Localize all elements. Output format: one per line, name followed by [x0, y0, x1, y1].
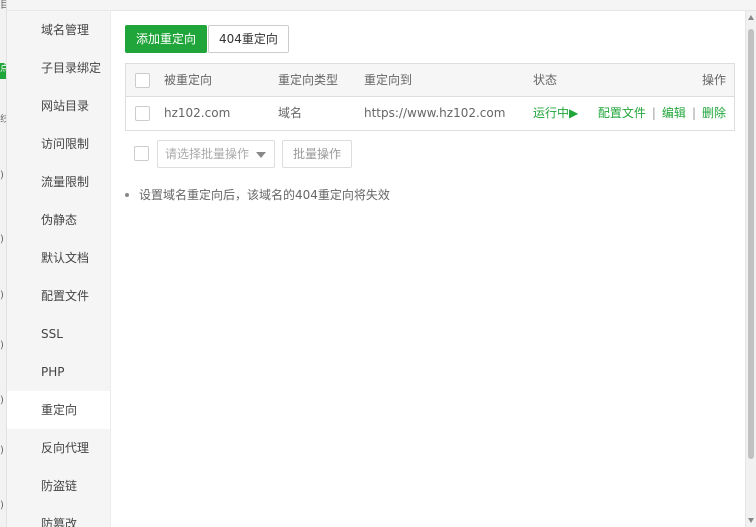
strip-glyph: 目 — [0, 0, 6, 12]
strip-glyph: ) — [0, 170, 4, 181]
row-actions: 配置文件 | 编辑 | 删除 — [598, 97, 726, 130]
action-separator: | — [691, 106, 696, 120]
sidebar-item-rewrite[interactable]: 伪静态 — [7, 201, 110, 239]
row-status-toggle[interactable]: 运行中▶ — [533, 97, 578, 130]
delete-link[interactable]: 删除 — [702, 106, 726, 120]
sidebar-item-domain-management[interactable]: 域名管理 — [7, 11, 110, 49]
row-type: 域名 — [278, 106, 303, 120]
modal-top-edge — [7, 0, 756, 11]
background-page-strip: 目 点 线 ) ) ) ) ) ) ) — [0, 0, 7, 527]
strip-glyph: ) — [0, 445, 4, 456]
redirect-panel: 添加重定向 404重定向 被重定向 重定向类型 重定向到 状态 操作 hz102… — [111, 11, 745, 527]
header-target: 重定向到 — [364, 73, 413, 87]
sidebar-item-reverse-proxy[interactable]: 反向代理 — [7, 429, 110, 467]
action-separator: | — [651, 106, 656, 120]
row-source: hz102.com — [164, 106, 231, 120]
sidebar-item-ssl[interactable]: SSL — [7, 315, 110, 353]
sidebar-item-traffic-limit[interactable]: 流量限制 — [7, 163, 110, 201]
sidebar-item-hotlink-protection[interactable]: 防盗链 — [7, 467, 110, 505]
batch-select-checkbox[interactable] — [134, 146, 149, 161]
sidebar-item-access-limit[interactable]: 访问限制 — [7, 125, 110, 163]
redirect-404-button[interactable]: 404重定向 — [208, 25, 289, 53]
config-file-link[interactable]: 配置文件 — [598, 106, 646, 120]
add-redirect-button[interactable]: 添加重定向 — [125, 25, 208, 53]
batch-operation-select[interactable]: 请选择批量操作 — [157, 140, 275, 168]
note-text: 设置域名重定向后，该域名的404重定向将失效 — [139, 188, 390, 202]
strip-glyph: 线 — [0, 114, 6, 126]
redirect-note: 设置域名重定向后，该域名的404重定向将失效 — [125, 186, 390, 203]
row-checkbox[interactable] — [135, 106, 150, 121]
sidebar-item-redirect[interactable]: 重定向 — [7, 391, 110, 429]
sidebar-item-site-directory[interactable]: 网站目录 — [7, 87, 110, 125]
bullet-icon — [125, 192, 129, 197]
edit-link[interactable]: 编辑 — [662, 106, 686, 120]
sidebar-item-default-document[interactable]: 默认文档 — [7, 239, 110, 277]
strip-glyph: ) — [0, 234, 4, 245]
row-target: https://www.hz102.com — [364, 106, 506, 120]
table-row: hz102.com 域名 https://www.hz102.com 运行中▶ … — [126, 97, 734, 130]
select-all-checkbox[interactable] — [135, 73, 150, 88]
strip-glyph: ) — [0, 500, 4, 511]
header-status: 状态 — [533, 73, 558, 87]
sidebar-item-tamper-protection[interactable]: 防篡改 — [7, 505, 110, 527]
scroll-down-arrow-icon[interactable] — [748, 518, 754, 523]
batch-operation-button[interactable]: 批量操作 — [282, 140, 353, 168]
sidebar-item-subdirectory-binding[interactable]: 子目录绑定 — [7, 49, 110, 87]
batch-operation-bar: 请选择批量操作 批量操作 — [125, 140, 525, 168]
header-source: 被重定向 — [164, 73, 213, 87]
strip-glyph: ) — [0, 290, 4, 301]
batch-select-placeholder: 请选择批量操作 — [165, 147, 250, 161]
strip-glyph: 点 — [0, 63, 6, 79]
site-settings-sidebar: 域名管理 子目录绑定 网站目录 访问限制 流量限制 伪静态 默认文档 配置文件 … — [7, 11, 111, 527]
header-type: 重定向类型 — [278, 73, 339, 87]
scroll-up-arrow-icon[interactable] — [748, 15, 754, 20]
scroll-thumb[interactable] — [748, 29, 754, 459]
chevron-down-icon — [256, 152, 266, 158]
header-actions: 操作 — [701, 73, 726, 87]
sidebar-item-config-file[interactable]: 配置文件 — [7, 277, 110, 315]
redirect-table: 被重定向 重定向类型 重定向到 状态 操作 hz102.com 域名 https… — [125, 63, 735, 131]
table-header-row: 被重定向 重定向类型 重定向到 状态 操作 — [126, 64, 734, 97]
sidebar-item-php[interactable]: PHP — [7, 353, 110, 391]
strip-glyph: ) — [0, 395, 4, 406]
strip-glyph: ) — [0, 340, 4, 351]
vertical-scrollbar[interactable] — [745, 11, 756, 527]
